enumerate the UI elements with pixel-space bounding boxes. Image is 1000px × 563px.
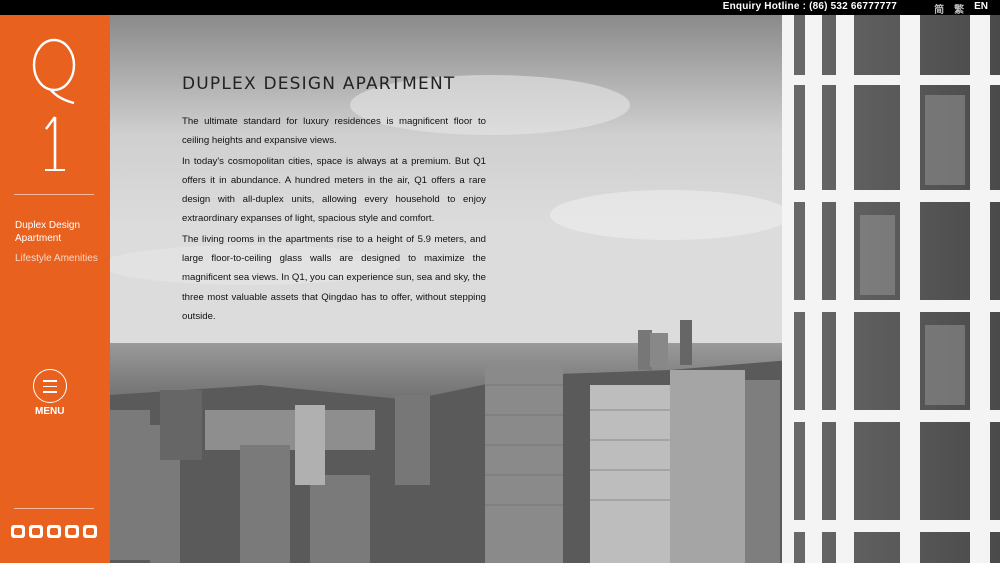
enquiry-hotline: Enquiry Hotline : (86) 532 66777777 bbox=[722, 1, 897, 12]
menu-button[interactable] bbox=[33, 369, 67, 403]
menu-label[interactable]: MENU bbox=[35, 406, 64, 417]
menu-icon bbox=[43, 380, 57, 382]
paragraph-1: The ultimate standard for luxury residen… bbox=[182, 116, 486, 147]
sidebar-divider-bottom bbox=[14, 508, 94, 509]
sidebar-divider bbox=[14, 194, 94, 195]
lang-english[interactable]: EN bbox=[974, 1, 988, 16]
paragraph-3: The living rooms in the apartments rise … bbox=[182, 233, 486, 322]
sidebar: Duplex Design Apartment Lifestyle Amenit… bbox=[0, 15, 110, 563]
paragraph-2: In today's cosmopolitan cities, space is… bbox=[182, 155, 486, 225]
page-title: DUPLEX DESIGN APARTMENT bbox=[182, 74, 456, 94]
q1-logo[interactable] bbox=[28, 37, 80, 177]
douban-icon[interactable] bbox=[65, 525, 79, 538]
nav-duplex-design[interactable]: Duplex Design Apartment bbox=[15, 219, 100, 245]
social-links bbox=[11, 525, 97, 538]
lang-simplified[interactable]: 简 bbox=[934, 1, 944, 16]
language-switcher: 简 繁 EN bbox=[934, 1, 988, 16]
lang-traditional[interactable]: 繁 bbox=[954, 1, 964, 16]
weibo-icon[interactable] bbox=[11, 525, 25, 538]
nav-lifestyle-amenities[interactable]: Lifestyle Amenities bbox=[15, 252, 100, 265]
top-bar: Enquiry Hotline : (86) 532 66777777 简 繁 … bbox=[0, 0, 1000, 16]
intro-content: DUPLEX DESIGN APARTMENT The ultimate sta… bbox=[182, 74, 486, 327]
renren-icon[interactable] bbox=[47, 525, 61, 538]
image-icon[interactable] bbox=[29, 525, 43, 538]
wechat-icon[interactable] bbox=[83, 525, 97, 538]
